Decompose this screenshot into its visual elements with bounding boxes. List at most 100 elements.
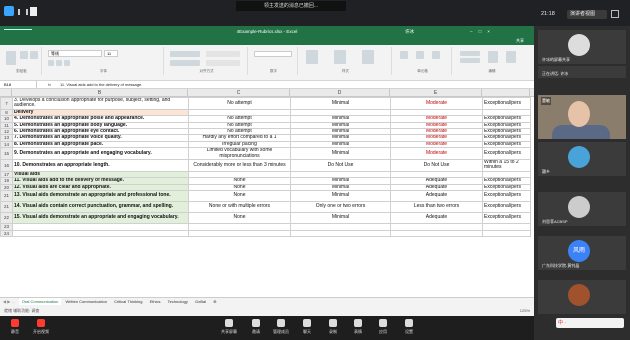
- col-d-header[interactable]: D: [290, 89, 390, 97]
- number-format-select[interactable]: [254, 51, 292, 57]
- cell-level-2[interactable]: [290, 229, 391, 237]
- cell-criterion[interactable]: 3. Develops a conclusion appropriate for…: [12, 97, 189, 110]
- cell-level-1[interactable]: No attempt: [188, 97, 291, 110]
- row-number[interactable]: 15: [0, 147, 13, 161]
- cell-level-3[interactable]: Moderate: [390, 147, 483, 161]
- cell-level-2[interactable]: Minimal: [290, 97, 391, 110]
- fx-icon[interactable]: fx: [48, 81, 51, 89]
- merge-center-button[interactable]: [206, 60, 240, 66]
- participant-tile[interactable]: 许冰的屏幕共享: [538, 30, 626, 64]
- ime-tray[interactable]: 中 ·: [556, 318, 624, 328]
- grid-view-icon[interactable]: [611, 10, 619, 18]
- fill-icon[interactable]: [460, 58, 480, 63]
- cell-level-2[interactable]: Do Not Use: [290, 159, 391, 172]
- row-number[interactable]: 21: [0, 190, 13, 203]
- cell-level-3[interactable]: Moderate: [390, 97, 483, 110]
- cell-level-1[interactable]: [188, 229, 291, 237]
- cell-level-3[interactable]: Adequate: [390, 190, 483, 203]
- cell-level-2[interactable]: Minimal: [290, 147, 391, 161]
- emoji-button[interactable]: 表情: [345, 316, 371, 340]
- find-select-icon[interactable]: [506, 51, 516, 63]
- cell-level-2[interactable]: Minimal: [290, 212, 391, 225]
- autosum-icon[interactable]: [460, 51, 480, 56]
- cell-level-1[interactable]: None: [188, 212, 291, 225]
- font-size-select[interactable]: 11: [104, 50, 118, 57]
- paste-icon[interactable]: [6, 51, 16, 65]
- row-number[interactable]: 16: [0, 159, 13, 172]
- name-box[interactable]: B18: [2, 81, 37, 89]
- cell-criterion[interactable]: 13. Visual aids demonstrate an appropria…: [12, 190, 189, 203]
- mute-button[interactable]: 静音: [2, 316, 28, 340]
- cut-icon[interactable]: [20, 51, 28, 59]
- speaker-view-button[interactable]: 演讲者视图: [567, 10, 607, 19]
- copy-icon[interactable]: [30, 51, 38, 59]
- window-controls[interactable]: –□×: [470, 26, 496, 37]
- apps-button[interactable]: 应用: [370, 316, 396, 340]
- cell-level-3[interactable]: [390, 229, 483, 237]
- col-c-header[interactable]: C: [188, 89, 290, 97]
- cell-level-1[interactable]: Hardly any effort compared to a 1: [188, 134, 291, 142]
- italic-icon[interactable]: [56, 60, 62, 66]
- font-name-select[interactable]: 等线: [48, 50, 102, 57]
- sort-filter-icon[interactable]: [488, 51, 498, 63]
- cell-level-4[interactable]: Exceptional/pers: [482, 201, 531, 214]
- cell-level-4[interactable]: [482, 229, 531, 237]
- format-table-icon[interactable]: [334, 50, 346, 64]
- spreadsheet-grid[interactable]: 7 3. Develops a conclusion appropriate fo…: [0, 97, 531, 237]
- cell-level-3[interactable]: Do Not Use: [390, 159, 483, 172]
- row-number[interactable]: 21: [0, 201, 13, 214]
- account-name[interactable]: 许冰: [405, 26, 414, 37]
- cell-level-4[interactable]: Exceptional/pers: [482, 190, 531, 203]
- share-screen-button[interactable]: 共享屏幕: [216, 316, 242, 340]
- cell-level-1[interactable]: Limited vocabulary with some mispronunci…: [188, 147, 291, 161]
- cell-level-2[interactable]: Only one or two errors: [290, 201, 391, 214]
- col-b-header[interactable]: B: [12, 89, 188, 97]
- zoom-level[interactable]: 125%: [520, 305, 530, 316]
- row-number[interactable]: 22: [0, 212, 13, 225]
- participant-tile[interactable]: [538, 280, 626, 314]
- row-number[interactable]: 24: [0, 229, 13, 237]
- col-f-header[interactable]: [482, 89, 530, 97]
- participant-tile[interactable]: 刘思菲ACBSP: [538, 192, 626, 226]
- participant-tile[interactable]: 疆乡: [538, 142, 626, 176]
- wrap-text-button[interactable]: [206, 51, 240, 57]
- cell-criterion[interactable]: 10. Demonstrates an appropriate length.: [12, 159, 189, 172]
- share-button[interactable]: 共享: [512, 37, 528, 45]
- format-cells-icon[interactable]: [432, 51, 440, 59]
- cell-level-4[interactable]: Exceptional/pers: [482, 147, 531, 161]
- cell-level-2[interactable]: Minimal: [290, 190, 391, 203]
- formula-input[interactable]: 11. Visual aids add to the delivery of m…: [60, 81, 142, 89]
- chat-button[interactable]: 聊天: [294, 316, 320, 340]
- active-video[interactable]: 董敏: [538, 95, 626, 139]
- cell-level-4[interactable]: Exceptional/pers: [482, 97, 531, 110]
- members-button[interactable]: 管理成员: [268, 316, 294, 340]
- cell-level-3[interactable]: Adequate: [390, 212, 483, 225]
- invite-button[interactable]: 邀请: [243, 316, 269, 340]
- insert-cells-icon[interactable]: [400, 51, 408, 59]
- cell-styles-icon[interactable]: [362, 50, 374, 64]
- cell-level-3[interactable]: Less than two errors: [390, 201, 483, 214]
- cell-level-1[interactable]: None: [188, 190, 291, 203]
- col-e-header[interactable]: E: [390, 89, 482, 97]
- settings-button[interactable]: 设置: [396, 316, 422, 340]
- cell-level-1[interactable]: Considerably more or less than 3 minutes: [188, 159, 291, 172]
- underline-icon[interactable]: [64, 60, 70, 66]
- cell-criterion[interactable]: 9. Demonstrates an appropriate and engag…: [12, 147, 189, 161]
- record-button[interactable]: 录制: [320, 316, 346, 340]
- align-icons[interactable]: [170, 51, 200, 57]
- row-number[interactable]: 7: [0, 97, 13, 110]
- cell-level-4[interactable]: Exceptional/pers: [482, 212, 531, 225]
- video-button[interactable]: 开启视频: [28, 316, 54, 340]
- conditional-format-icon[interactable]: [306, 50, 318, 64]
- cell-criterion[interactable]: [12, 229, 189, 237]
- bold-icon[interactable]: [48, 60, 54, 66]
- participant-tile[interactable]: 风雨 广东科技学院-黄钊晶: [538, 236, 626, 270]
- cell-level-4[interactable]: Within a 15 to 2 minutes: [482, 159, 531, 172]
- corner-select[interactable]: [0, 89, 12, 97]
- cells-group: 单元格: [394, 47, 452, 75]
- cell-criterion[interactable]: 15. Visual aids demonstrate an appropria…: [12, 212, 189, 225]
- cell-level-1[interactable]: None or with multiple errors: [188, 201, 291, 214]
- align-icons-2[interactable]: [170, 60, 200, 66]
- cell-criterion[interactable]: 14. Visual aids contain correct punctuat…: [12, 201, 189, 214]
- delete-cells-icon[interactable]: [416, 51, 424, 59]
